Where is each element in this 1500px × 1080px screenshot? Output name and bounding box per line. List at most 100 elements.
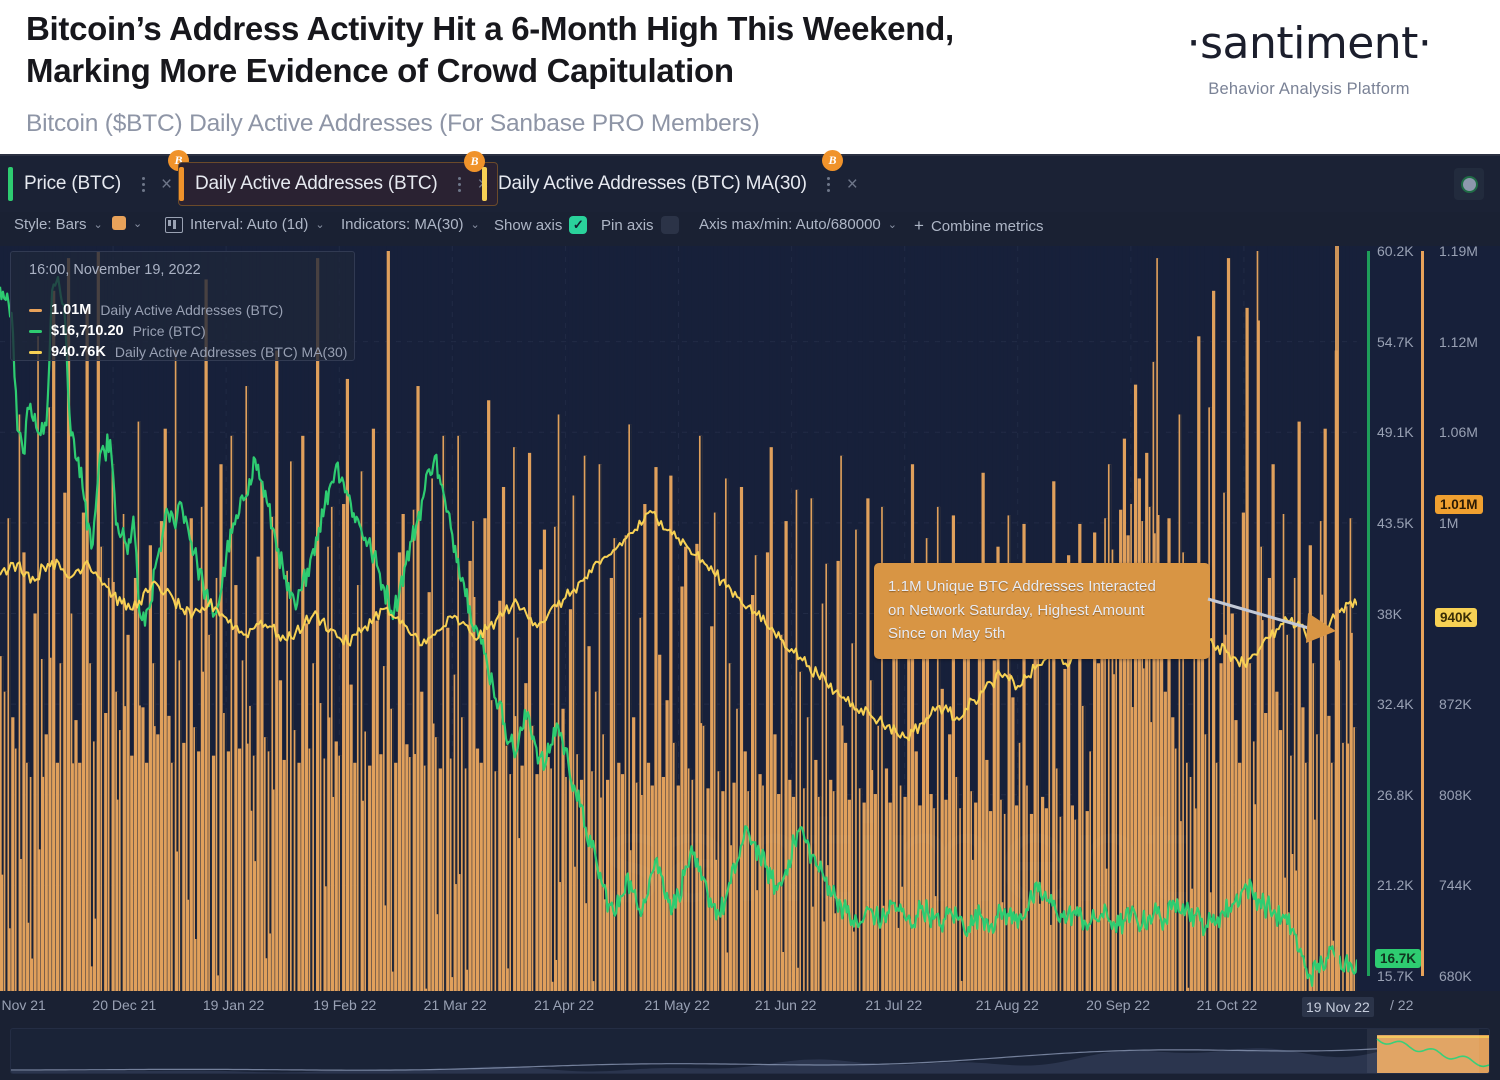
show-axis-label: Show axis	[494, 216, 563, 234]
axis-tick-label: 38K	[1377, 605, 1402, 622]
tooltip-metric: Price (BTC)	[132, 323, 206, 339]
axis-tick-label: 1M	[1439, 514, 1459, 531]
tab-menu-icon[interactable]	[820, 176, 838, 192]
checkbox-checked-icon[interactable]: ✓	[569, 216, 588, 234]
record-indicator-icon[interactable]	[1454, 168, 1484, 200]
addresses-axis[interactable]: 1.19M 1.12M 1.06M 1M 940K 872K 808K 744K 680K 1.0…	[1417, 243, 1500, 991]
axis-tick-label: 60.2K	[1377, 243, 1414, 259]
santiment-logo: ·santiment· Behavior Analysis Platform	[1144, 18, 1474, 99]
tab-label: Price (BTC)	[24, 173, 122, 194]
axis-minmax-label: Axis max/min: Auto/680000	[699, 216, 881, 233]
x-axis-tick-label: 21 Mar 22	[423, 997, 487, 1013]
interval-selector[interactable]: Interval: Auto (1d) ⌄	[165, 216, 325, 233]
tab-close-icon[interactable]: ×	[161, 175, 172, 194]
pin-axis-toggle[interactable]: Pin axis	[601, 216, 679, 234]
chart-control-bar: Style: Bars ⌄ ⌄ Interval: Auto (1d) ⌄ In…	[0, 212, 1500, 244]
chart-navigator[interactable]	[10, 1028, 1490, 1074]
style-selector[interactable]: Style: Bars ⌄	[14, 216, 103, 233]
x-axis-current-tail: / 22	[1390, 997, 1414, 1013]
chevron-down-icon: ⌄	[93, 219, 103, 231]
axis-tick-label: 1.12M	[1439, 333, 1478, 350]
axis-minmax-selector[interactable]: Axis max/min: Auto/680000 ⌄	[699, 216, 897, 233]
tooltip-metric: Daily Active Addresses (BTC)	[100, 302, 284, 318]
combine-metrics-button[interactable]: + Combine metrics	[914, 216, 1043, 236]
tooltip-row: 1.01M Daily Active Addresses (BTC)	[29, 302, 283, 318]
chart-area[interactable]: santiment 16:00, November 19, 2022 1.01M…	[0, 243, 1500, 991]
tooltip-date: 16:00, November 19, 2022	[29, 262, 201, 278]
tab-accent-bar	[8, 167, 13, 201]
pin-axis-label: Pin axis	[601, 216, 654, 234]
tab-accent-bar	[179, 167, 184, 201]
axis-tick-label: 54.7K	[1377, 333, 1414, 350]
x-axis[interactable]: 19 Nov 21 20 Dec 21 19 Jan 22 19 Feb 22 21 M…	[0, 991, 1500, 1025]
axis-tick-label: 43.5K	[1377, 514, 1414, 531]
axis-tick-label: 21.2K	[1377, 877, 1414, 894]
annotation-line-1: 1.1M Unique BTC Addresses Interacted	[888, 578, 1156, 595]
show-axis-toggle[interactable]: Show axis ✓	[494, 216, 588, 234]
chevron-down-icon: ⌄	[315, 219, 325, 231]
tab-accent-bar	[482, 167, 487, 201]
axis-tick-label: 744K	[1439, 877, 1472, 894]
tooltip-value: $16,710.20	[51, 323, 124, 339]
navigator-window-handle[interactable]	[1367, 1029, 1479, 1073]
interval-label: Interval: Auto (1d)	[190, 216, 309, 233]
metric-tab-bar: Price (BTC) × B Daily Active Addresses (…	[0, 150, 1500, 212]
axis-tick-label: 32.4K	[1377, 696, 1414, 713]
tab-label: Daily Active Addresses (BTC) MA(30)	[498, 173, 807, 194]
tooltip-row: 940.76K Daily Active Addresses (BTC) MA(…	[29, 344, 347, 360]
chevron-down-icon: ⌄	[470, 219, 480, 231]
annotation-callout: 1.1M Unique BTC Addresses Interacted on …	[874, 563, 1210, 660]
plus-icon: +	[914, 216, 924, 235]
tab-close-icon[interactable]: ×	[847, 175, 858, 194]
series-color-dash	[29, 350, 42, 354]
tab-menu-icon[interactable]	[451, 176, 469, 192]
tab-price-btc[interactable]: Price (BTC) × B	[8, 150, 189, 206]
axis-tick-label: 1.06M	[1439, 424, 1478, 441]
logo-wordmark: ·santiment·	[1186, 18, 1432, 69]
x-axis-tick-label: 21 Apr 22	[534, 997, 595, 1013]
indicators-label: Indicators: MA(30)	[341, 216, 464, 233]
x-axis-tick-label: 20 Sep 22	[1086, 997, 1150, 1013]
tooltip-value: 1.01M	[51, 302, 92, 318]
tab-daily-active-addresses[interactable]: Daily Active Addresses (BTC) × B	[178, 151, 498, 206]
combine-metrics-label: Combine metrics	[930, 217, 1044, 235]
annotation-line-3: Since on May 5th	[888, 625, 1006, 643]
x-axis-tick-label: 21 Jul 22	[865, 997, 923, 1013]
x-axis-tick-label: 20 Dec 21	[92, 997, 157, 1013]
x-axis-tick-label: 21 Jun 22	[754, 997, 817, 1013]
indicators-selector[interactable]: Indicators: MA(30) ⌄	[341, 216, 480, 233]
tooltip-value: 940.76K	[51, 344, 106, 360]
x-axis-tick-label: 19 Jan 22	[202, 997, 265, 1013]
annotation-line-2: on Network Saturday, Highest Amount	[888, 601, 1145, 619]
chevron-down-icon: ⌄	[133, 217, 143, 230]
style-label: Style: Bars	[14, 216, 87, 233]
tab-menu-icon[interactable]	[134, 176, 152, 192]
chevron-down-icon: ⌄	[887, 219, 897, 231]
x-axis-tick-label: 21 Aug 22	[975, 997, 1039, 1013]
chart-tooltip: 16:00, November 19, 2022 1.01M Daily Act…	[10, 251, 355, 361]
tab-daily-active-addresses-ma30[interactable]: Daily Active Addresses (BTC) MA(30) × B	[482, 150, 858, 206]
axis-tick-label: 1.19M	[1439, 243, 1478, 259]
axis-tick-label: 808K	[1439, 786, 1472, 803]
axis-tick-label: 15.7K	[1377, 968, 1414, 984]
annotation-arrow-icon	[1207, 597, 1336, 643]
page-title: Bitcoin’s Address Activity Hit a 6-Month…	[26, 10, 954, 90]
series-color-dash	[29, 329, 42, 333]
logo-tagline: Behavior Analysis Platform	[1208, 80, 1410, 98]
color-swatch-icon	[112, 216, 126, 230]
price-axis-line	[1367, 251, 1370, 976]
page-header: Bitcoin’s Address Activity Hit a 6-Month…	[0, 0, 1500, 156]
axis-tick-label: 49.1K	[1377, 424, 1414, 441]
navigator-overview-svg	[11, 1035, 1489, 1073]
x-axis-tick-label: 19 Feb 22	[313, 997, 377, 1013]
color-selector[interactable]: ⌄	[112, 216, 142, 230]
axis-current-value-badge: 940K	[1435, 608, 1478, 627]
axis-tick-label: 26.8K	[1377, 786, 1414, 803]
series-color-dash	[29, 308, 42, 312]
x-axis-tick-label: 19 Nov 21	[0, 997, 46, 1013]
addresses-axis-line	[1421, 251, 1424, 976]
checkbox-unchecked-icon[interactable]	[660, 216, 679, 234]
axis-tick-label: 680K	[1439, 968, 1472, 984]
tooltip-row: $16,710.20 Price (BTC)	[29, 323, 206, 339]
chart-app: Price (BTC) × B Daily Active Addresses (…	[0, 150, 1500, 1080]
